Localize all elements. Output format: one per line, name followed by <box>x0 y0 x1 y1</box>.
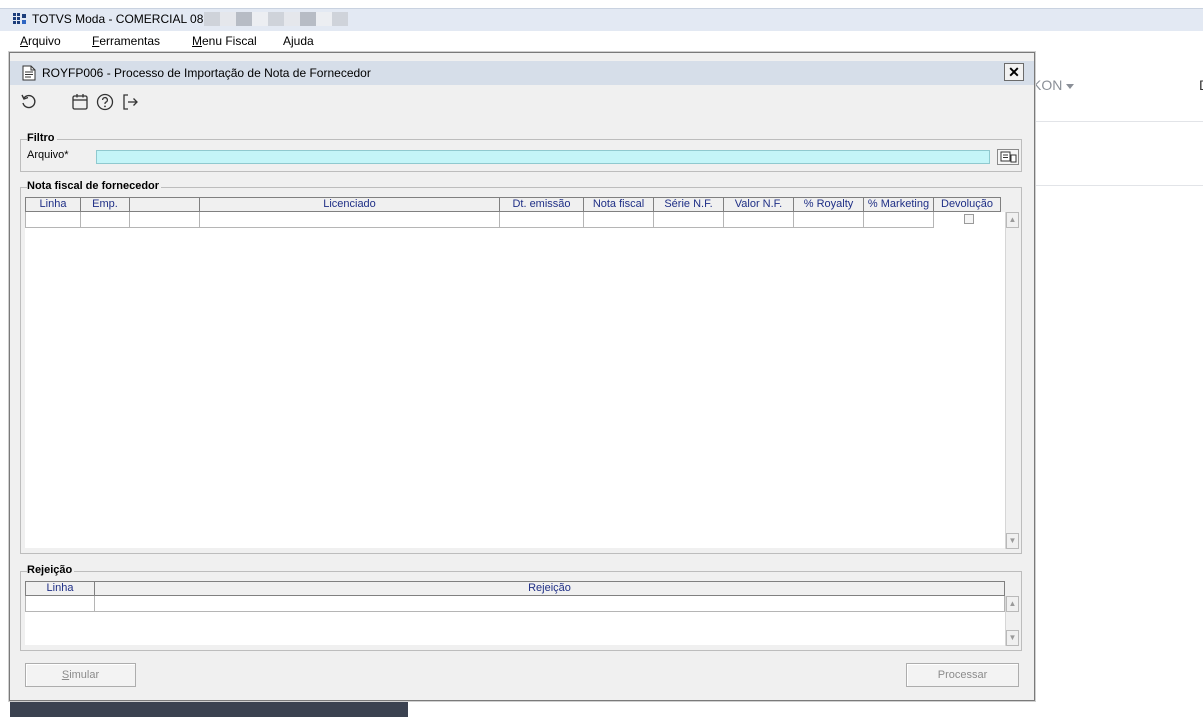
col-rejeicao-linha[interactable]: Linha <box>25 581 95 596</box>
nota-table-body[interactable] <box>25 212 1005 548</box>
nota-vertical-scrollbar[interactable]: ▲ ▼ <box>1005 212 1019 549</box>
cell-royalty[interactable] <box>794 212 864 228</box>
col-licenciado[interactable]: Licenciado <box>200 197 500 212</box>
col-licenciado-code[interactable] <box>130 197 200 212</box>
document-icon <box>22 65 36 81</box>
menu-ferramentas[interactable]: Ferramentas <box>92 34 160 48</box>
menu-menu-fiscal[interactable]: Menu Fiscal <box>192 34 257 48</box>
rejeicao-group: Rejeição Linha Rejeição ▲ ▼ <box>20 564 1022 651</box>
arquivo-label: Arquivo* <box>27 149 69 161</box>
arquivo-input[interactable] <box>96 150 990 164</box>
cell-marketing[interactable] <box>864 212 934 228</box>
divider <box>1032 185 1203 186</box>
col-emp[interactable]: Emp. <box>81 197 130 212</box>
col-rejeicao[interactable]: Rejeição <box>95 581 1005 596</box>
refresh-icon[interactable] <box>19 92 39 112</box>
dialog-title-bar: ROYFP006 - Processo de Importação de Not… <box>10 61 1034 85</box>
col-serie-nf[interactable]: Série N.F. <box>654 197 724 212</box>
cell-dt-emissao[interactable] <box>500 212 584 228</box>
cell-rejeicao-linha[interactable] <box>25 596 95 612</box>
col-marketing[interactable]: % Marketing <box>864 197 934 212</box>
nota-table-header: Linha Emp. Licenciado Dt. emissão Nota f… <box>25 197 1001 212</box>
calendar-icon[interactable] <box>70 92 90 112</box>
col-valor-nf[interactable]: Valor N.F. <box>724 197 794 212</box>
cell-emp[interactable] <box>81 212 130 228</box>
menu-bar: Arquivo Ferramentas Menu Fiscal Ajuda <box>0 31 1203 51</box>
scroll-down-icon[interactable]: ▼ <box>1006 533 1019 549</box>
nota-fiscal-legend: Nota fiscal de fornecedor <box>27 180 162 192</box>
close-button[interactable]: ✕ <box>1004 63 1024 81</box>
scroll-up-icon[interactable]: ▲ <box>1006 212 1019 228</box>
app-logo-icon <box>13 13 26 24</box>
col-linha[interactable]: Linha <box>25 197 81 212</box>
exit-icon[interactable] <box>120 92 140 112</box>
cell-serie-nf[interactable] <box>654 212 724 228</box>
rejeicao-table-header: Linha Rejeição <box>25 581 1005 596</box>
cell-rejeicao[interactable] <box>95 596 1005 612</box>
background-user-menu[interactable]: KON <box>1032 77 1075 93</box>
table-row[interactable] <box>25 212 934 228</box>
rejeicao-vertical-scrollbar[interactable]: ▲ ▼ <box>1005 596 1019 646</box>
divider <box>1032 121 1203 122</box>
dialog-toolbar <box>10 87 1034 119</box>
col-nota-fiscal[interactable]: Nota fiscal <box>584 197 654 212</box>
menu-ajuda[interactable]: Ajuda <box>283 34 314 48</box>
app-title: TOTVS Moda - COMERCIAL 08 - <box>32 12 211 26</box>
cell-licenciado-code[interactable] <box>130 212 200 228</box>
simular-button[interactable]: Simular <box>25 663 136 687</box>
redacted-title-segment <box>204 12 348 26</box>
browse-file-icon[interactable] <box>997 149 1019 165</box>
cell-valor-nf[interactable] <box>724 212 794 228</box>
background-app-content: KON D <box>1032 52 1203 192</box>
filtro-group: Filtro Arquivo* <box>20 132 1022 172</box>
filtro-legend: Filtro <box>27 132 57 144</box>
table-row[interactable] <box>25 596 1005 612</box>
nota-fiscal-group: Nota fiscal de fornecedor Linha Emp. Lic… <box>20 180 1022 554</box>
col-royalty[interactable]: % Royalty <box>794 197 864 212</box>
app-title-bar: TOTVS Moda - COMERCIAL 08 - <box>0 0 1203 31</box>
devolucao-checkbox[interactable] <box>964 214 974 224</box>
dialog-title: ROYFP006 - Processo de Importação de Not… <box>42 66 371 80</box>
background-label: D <box>1199 77 1203 93</box>
scroll-down-icon[interactable]: ▼ <box>1006 630 1019 646</box>
caret-down-icon <box>1066 83 1075 89</box>
menu-arquivo[interactable]: Arquivo <box>20 34 61 48</box>
col-devolucao[interactable]: Devolução <box>934 197 1001 212</box>
cell-licenciado[interactable] <box>200 212 500 228</box>
help-icon[interactable] <box>95 92 115 112</box>
col-dt-emissao[interactable]: Dt. emissão <box>500 197 584 212</box>
processar-button[interactable]: Processar <box>906 663 1019 687</box>
cell-nota-fiscal[interactable] <box>584 212 654 228</box>
rejeicao-legend: Rejeição <box>27 564 75 576</box>
cell-linha[interactable] <box>25 212 81 228</box>
scroll-up-icon[interactable]: ▲ <box>1006 596 1019 612</box>
import-dialog: ROYFP006 - Processo de Importação de Not… <box>9 52 1035 701</box>
